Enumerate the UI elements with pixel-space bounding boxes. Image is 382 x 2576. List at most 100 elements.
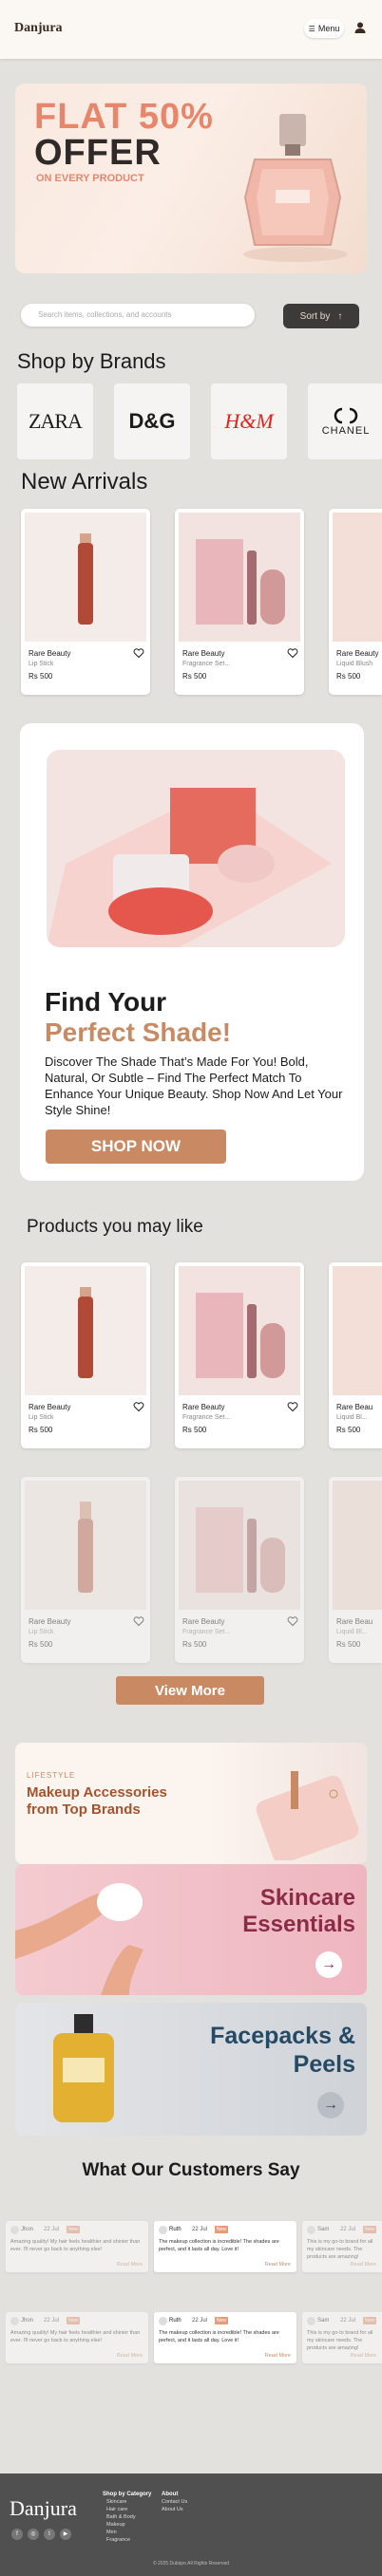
product-price: Rs 500 [182, 1640, 207, 1649]
product-image [25, 513, 146, 642]
footer-link[interactable]: Makeup [106, 2521, 151, 2529]
product-name: Rare Beau [336, 1403, 373, 1411]
category-makeup-accessories[interactable]: LIFESTYLE Makeup Accessories from Top Br… [15, 1743, 367, 1864]
reviewer-avatar [10, 2317, 19, 2325]
product-card[interactable]: Rare Beauty Fragrance Set... Rs 500 [175, 509, 304, 695]
read-more-link[interactable]: Read More [117, 2353, 143, 2359]
heart-icon[interactable] [287, 647, 298, 659]
footer-link[interactable]: About Us [162, 2506, 187, 2513]
category-skincare[interactable]: Skincare Essentials → [15, 1864, 367, 1995]
reviews-title: What Our Customers Say [82, 2160, 300, 2180]
product-card[interactable]: Rare Beauty Lip Stick Rs 500 [21, 509, 150, 695]
product-image [179, 1266, 300, 1395]
product-subtitle: Lip Stick [29, 1414, 54, 1421]
faded-product-row: Rare Beauty Lip Stick Rs 500 Rare Beauty… [0, 1477, 382, 1663]
category-title: Facepacks & Peels [210, 2023, 355, 2078]
read-more-link[interactable]: Read More [351, 2262, 376, 2268]
product-name: Rare Beauty [29, 1617, 71, 1626]
brand-hm-logo: H&M [224, 409, 274, 433]
twitter-icon[interactable]: t [44, 2529, 55, 2540]
product-image [179, 513, 300, 642]
footer-col2-title: About [162, 2492, 179, 2497]
view-more-button[interactable]: View More [116, 1676, 264, 1705]
review-card: Jhon 22 Jul New Amazing quality! My hair… [6, 2221, 148, 2272]
product-name: Rare Beauty [182, 1403, 225, 1411]
footer-link[interactable]: Skincare [106, 2498, 151, 2506]
reviewer-name: Jhon [21, 2318, 34, 2324]
shop-now-button[interactable]: SHOP NOW [46, 1129, 226, 1164]
footer-link[interactable]: Men [106, 2529, 151, 2536]
review-card: Jhon 22 Jul New Amazing quality! My hair… [6, 2312, 148, 2363]
reviewer-avatar [10, 2226, 19, 2234]
lipstick-image [78, 533, 93, 625]
footer-link[interactable]: Bath & Body [106, 2513, 151, 2521]
review-badge: New [67, 2226, 80, 2233]
menu-button[interactable]: ☰ Menu [304, 19, 344, 38]
read-more-link[interactable]: Read More [265, 2262, 291, 2268]
product-name: Rare Beauty [29, 649, 71, 658]
product-card[interactable]: Rare Beau Liquid Bl... Rs 500 [329, 1262, 382, 1448]
facebook-icon[interactable]: f [11, 2529, 23, 2540]
footer-logo[interactable]: Danjura [10, 2496, 77, 2521]
brands-title: Shop by Brands [17, 349, 166, 373]
footer-link[interactable]: Contact Us [162, 2498, 187, 2506]
new-arrivals-title: New Arrivals [21, 469, 148, 495]
review-card: Sam 22 Jul New This is my go-to brand fo… [302, 2221, 382, 2272]
product-card[interactable]: Rare Beauty Lip Stick Rs 500 [21, 1477, 150, 1663]
brand-dg[interactable]: D&G [114, 383, 190, 459]
read-more-link[interactable]: Read More [265, 2353, 291, 2359]
reviewer-avatar [307, 2226, 315, 2234]
review-date: 22 Jul [44, 2318, 60, 2324]
product-card[interactable]: Rare Beauty Fragrance Set... Rs 500 [175, 1262, 304, 1448]
product-price: Rs 500 [182, 1426, 207, 1434]
review-text: This is my go-to brand for all my skinca… [307, 2239, 373, 2260]
hero-banner[interactable]: FLAT 50% OFFER ON EVERY PRODUCT [15, 84, 367, 273]
product-price: Rs 500 [336, 1640, 361, 1649]
arrow-right-icon[interactable]: → [317, 2092, 344, 2119]
product-image [333, 513, 382, 642]
heart-icon[interactable] [133, 647, 144, 659]
footer-link[interactable]: Fragrance [106, 2536, 151, 2544]
product-image [333, 1481, 382, 1610]
product-card[interactable]: Rare Beauty Lip Stick Rs 500 [21, 1262, 150, 1448]
brand-chanel-logo: CHANEL [321, 425, 371, 437]
heart-icon[interactable] [133, 1401, 144, 1412]
category-facepacks[interactable]: Facepacks & Peels → [15, 2003, 367, 2136]
heart-icon[interactable] [287, 1401, 298, 1412]
instagram-icon[interactable]: ◎ [28, 2529, 39, 2540]
read-more-link[interactable]: Read More [351, 2353, 376, 2359]
heart-icon[interactable] [133, 1615, 144, 1627]
category-title: Skincare Essentials [242, 1885, 355, 1937]
review-text: Amazing quality! My hair feels healthier… [10, 2239, 141, 2252]
search-input[interactable]: Search items, collections, and accounts [21, 304, 255, 327]
product-price: Rs 500 [29, 1426, 53, 1434]
review-date: 22 Jul [44, 2227, 60, 2232]
perfume-bottle-image [243, 114, 348, 262]
youtube-icon[interactable]: ▶ [60, 2529, 71, 2540]
review-badge: New [215, 2226, 228, 2233]
sort-button[interactable]: Sort by ↑ [283, 304, 359, 328]
brand-hm[interactable]: H&M [211, 383, 287, 459]
read-more-link[interactable]: Read More [117, 2262, 143, 2268]
logo[interactable]: Danjura [14, 21, 63, 36]
fragrance-set-image [196, 1507, 285, 1593]
product-price: Rs 500 [29, 672, 53, 681]
reviewer-name: Jhon [21, 2227, 34, 2232]
arrow-right-icon[interactable]: → [315, 1951, 342, 1978]
product-card[interactable]: Rare Beauty Fragrance Set... Rs 500 [175, 1477, 304, 1663]
product-image [25, 1266, 146, 1395]
reviewer-name: Sam [317, 2227, 330, 2232]
brand-chanel[interactable]: CHANEL [308, 383, 382, 459]
user-icon[interactable] [353, 21, 367, 34]
sort-label: Sort by [299, 310, 331, 322]
product-card[interactable]: Rare Beau Liquid Bl... Rs 500 [329, 1477, 382, 1663]
heart-icon[interactable] [287, 1615, 298, 1627]
product-price: Rs 500 [182, 672, 207, 681]
product-subtitle: Lip Stick [29, 661, 54, 667]
product-card[interactable]: Rare Beauty Liquid Blush Rs 500 [329, 509, 382, 695]
category-eyebrow: LIFESTYLE [27, 1771, 76, 1780]
footer-link[interactable]: Hair care [106, 2506, 151, 2513]
review-card: Ruth 22 Jul New The makeup collection is… [154, 2312, 296, 2363]
brand-zara[interactable]: ZARA [17, 383, 93, 459]
product-subtitle: Fragrance Set... [182, 661, 231, 667]
